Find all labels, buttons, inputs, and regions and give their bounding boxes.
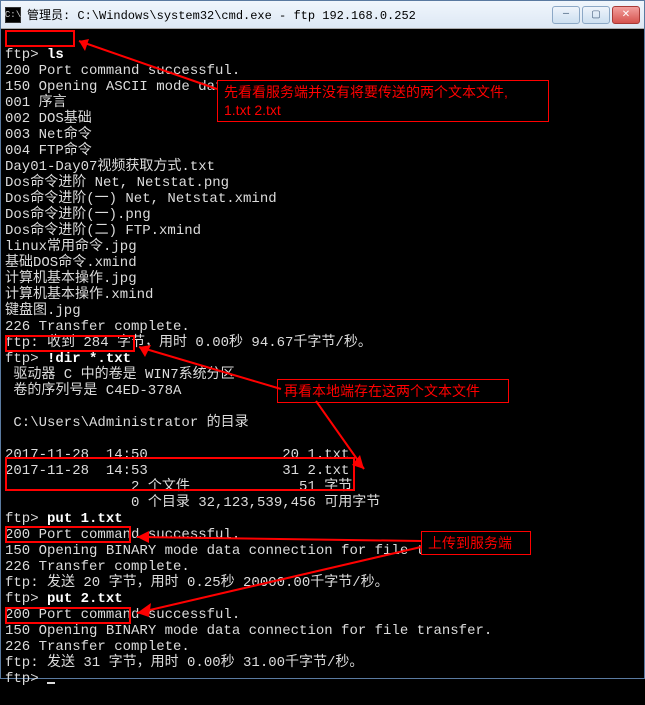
line: 2 个文件 51 字节	[5, 479, 352, 495]
line: 200 Port command successful.	[5, 63, 240, 79]
annotation-note-3: 上传到服务端	[421, 531, 531, 555]
line: linux常用命令.jpg	[5, 239, 137, 255]
line: 计算机基本操作.jpg	[5, 271, 137, 287]
line: 200 Port command successful.	[5, 527, 240, 543]
line: 基础DOS命令.xmind	[5, 255, 137, 271]
line: 003 Net命令	[5, 127, 92, 143]
cmd-dir: !dir *.txt	[47, 351, 131, 367]
line: ftp: 发送 31 字节，用时 0.00秒 31.00千字节/秒。	[5, 655, 363, 671]
app-window: C:\ 管理员: C:\Windows\system32\cmd.exe - f…	[0, 0, 645, 679]
line: 004 FTP命令	[5, 143, 92, 159]
note-line: 上传到服务端	[428, 535, 512, 551]
line: C:\Users\Administrator 的目录	[5, 415, 249, 431]
cmd-ls: ls	[47, 47, 64, 63]
prompt: ftp> put 1.txt	[5, 511, 123, 527]
annotation-note-2: 再看本地端存在这两个文本文件	[277, 379, 509, 403]
maximize-button[interactable]: ▢	[582, 6, 610, 24]
terminal-output[interactable]: ftp> ls 200 Port command successful. 150…	[1, 29, 644, 705]
line: 0 个目录 32,123,539,456 可用字节	[5, 495, 380, 511]
window-title: 管理员: C:\Windows\system32\cmd.exe - ftp 1…	[27, 6, 552, 23]
line: 2017-11-28 14:50 20 1.txt	[5, 447, 349, 463]
prompt: ftp> ls	[5, 47, 64, 63]
line: Dos命令进阶(一) Net, Netstat.xmind	[5, 191, 277, 207]
cmd-icon: C:\	[5, 7, 21, 23]
note-line: 1.txt 2.txt	[224, 101, 542, 119]
line: 键盘图.jpg	[5, 303, 81, 319]
line: 226 Transfer complete.	[5, 319, 190, 335]
line: 150 Opening BINARY mode data connection …	[5, 623, 492, 639]
line: Dos命令进阶 Net, Netstat.png	[5, 175, 229, 191]
cmd-put1: put 1.txt	[47, 511, 123, 527]
prompt: ftp>	[5, 671, 55, 687]
titlebar[interactable]: C:\ 管理员: C:\Windows\system32\cmd.exe - f…	[1, 1, 644, 29]
line: Dos命令进阶(二) FTP.xmind	[5, 223, 201, 239]
line: Dos命令进阶(一).png	[5, 207, 151, 223]
line: 2017-11-28 14:53 31 2.txt	[5, 463, 349, 479]
window-buttons: — ▢ ✕	[552, 6, 640, 24]
minimize-button[interactable]: —	[552, 6, 580, 24]
note-line: 先看看服务端并没有将要传送的两个文本文件,	[224, 83, 542, 101]
line: 计算机基本操作.xmind	[5, 287, 153, 303]
annotation-note-1: 先看看服务端并没有将要传送的两个文本文件, 1.txt 2.txt	[217, 80, 549, 122]
line: ftp: 收到 284 字节，用时 0.00秒 94.67千字节/秒。	[5, 335, 372, 351]
cmd-put2: put 2.txt	[47, 591, 123, 607]
line: 150 Opening BINARY mode data connection …	[5, 543, 492, 559]
line: Day01-Day07视频获取方式.txt	[5, 159, 215, 175]
prompt: ftp> put 2.txt	[5, 591, 123, 607]
line: 200 Port command successful.	[5, 607, 240, 623]
close-button[interactable]: ✕	[612, 6, 640, 24]
prompt: ftp> !dir *.txt	[5, 351, 131, 367]
line: 001 序言	[5, 95, 67, 111]
line: 226 Transfer complete.	[5, 559, 190, 575]
cursor	[47, 682, 55, 684]
line: 卷的序列号是 C4ED-378A	[5, 383, 181, 399]
line: ftp: 发送 20 字节，用时 0.25秒 20000.00千字节/秒。	[5, 575, 389, 591]
line: 驱动器 C 中的卷是 WIN7系统分区	[5, 367, 235, 383]
note-line: 再看本地端存在这两个文本文件	[284, 383, 480, 399]
line: 226 Transfer complete.	[5, 639, 190, 655]
line: 002 DOS基础	[5, 111, 92, 127]
